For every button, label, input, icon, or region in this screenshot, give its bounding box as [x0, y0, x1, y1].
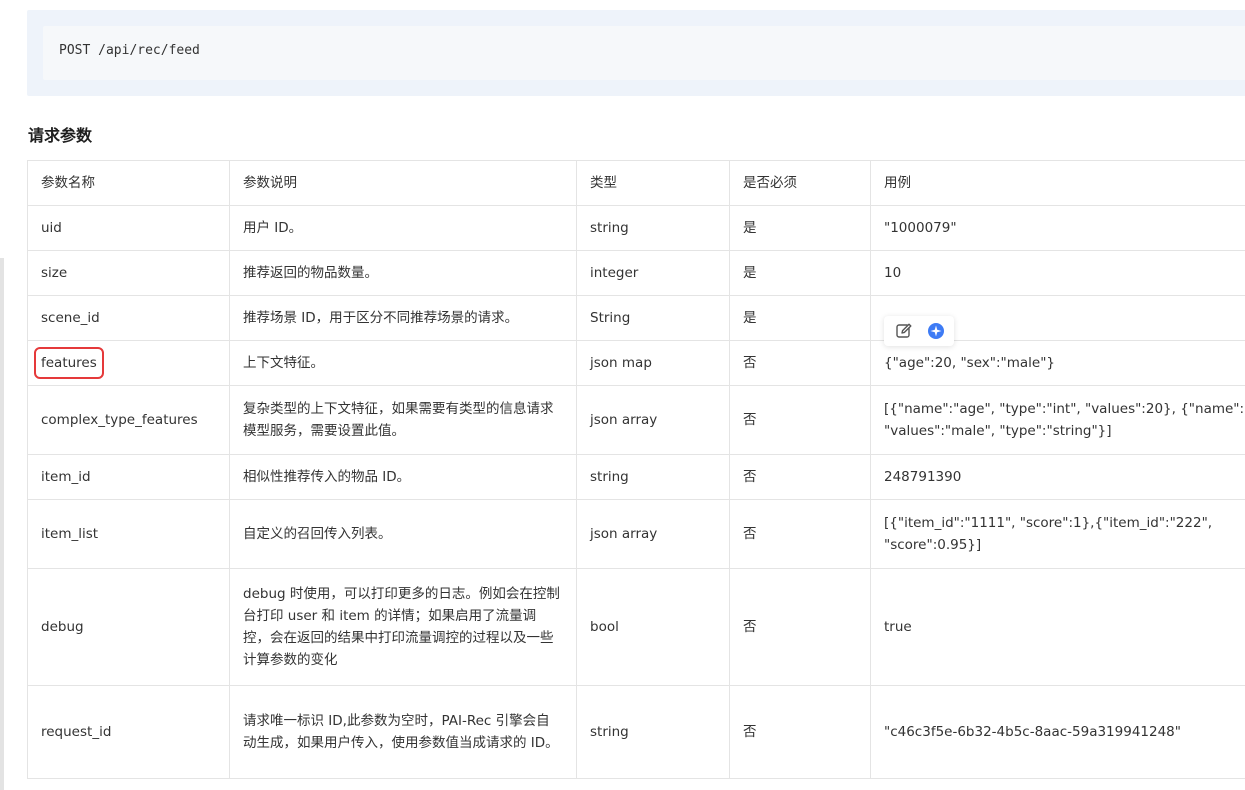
cell-required: 是 [729, 295, 871, 341]
cell-example: 10 [870, 250, 1245, 296]
cell-name: features [27, 340, 230, 386]
cell-desc: 用户 ID。 [229, 205, 577, 251]
cell-required: 否 [729, 340, 871, 386]
cell-desc: debug 时使用，可以打印更多的日志。例如会在控制台打印 user 和 ite… [229, 568, 577, 686]
cell-example: true [870, 568, 1245, 686]
cell-name: size [27, 250, 230, 296]
cell-name: item_id [27, 454, 230, 500]
header-param-desc: 参数说明 [229, 160, 577, 206]
cell-desc: 相似性推荐传入的物品 ID。 [229, 454, 577, 500]
cell-name: scene_id [27, 295, 230, 341]
example-line: "values":"male", "type":"string"}] [884, 423, 1112, 439]
cell-type: json array [576, 385, 730, 455]
table-row: size 推荐返回的物品数量。 integer 是 10 [27, 250, 1245, 296]
table-row: complex_type_features 复杂类型的上下文特征，如果需要有类型… [27, 385, 1245, 455]
cell-example: "1000079" [870, 205, 1245, 251]
left-scrollbar-rule [0, 258, 4, 790]
cell-type: string [576, 205, 730, 251]
table-header-row: 参数名称 参数说明 类型 是否必须 用例 [27, 160, 1245, 206]
code-block: POST /api/rec/feed [27, 10, 1245, 96]
doc-page: POST /api/rec/feed 请求参数 参数名称 参数说明 类型 是否必… [0, 0, 1245, 790]
table-row: item_list 自定义的召回传入列表。 json array 否 [{"it… [27, 499, 1245, 569]
cell-required: 是 [729, 250, 871, 296]
section-title: 请求参数 [28, 126, 93, 145]
params-table: 参数名称 参数说明 类型 是否必须 用例 uid 用户 ID。 string 是… [27, 160, 1245, 779]
cell-name: item_list [27, 499, 230, 569]
edit-icon[interactable] [894, 321, 914, 341]
floating-toolbar [884, 316, 954, 346]
code-block-inner: POST /api/rec/feed [43, 26, 1245, 80]
cell-required: 否 [729, 454, 871, 500]
cell-type: json array [576, 499, 730, 569]
cell-name: debug [27, 568, 230, 686]
table-row: debug debug 时使用，可以打印更多的日志。例如会在控制台打印 user… [27, 568, 1245, 686]
cell-type: string [576, 685, 730, 779]
cell-required: 否 [729, 685, 871, 779]
cell-type: string [576, 454, 730, 500]
table-row: features 上下文特征。 json map 否 {"age":20, "s… [27, 340, 1245, 386]
cell-required: 是 [729, 205, 871, 251]
header-param-name: 参数名称 [27, 160, 230, 206]
highlighted-param: features [34, 347, 104, 379]
cell-example: [{"name":"age", "type":"int", "values":2… [870, 385, 1245, 455]
cell-desc: 推荐返回的物品数量。 [229, 250, 577, 296]
cell-name: complex_type_features [27, 385, 230, 455]
cell-name: request_id [27, 685, 230, 779]
example-line: [{"item_id":"1111", "score":1},{"item_id… [884, 515, 1213, 531]
cell-type: bool [576, 568, 730, 686]
cell-example: {"age":20, "sex":"male"} [870, 340, 1245, 386]
cell-desc: 自定义的召回传入列表。 [229, 499, 577, 569]
cell-required: 否 [729, 499, 871, 569]
cell-type: json map [576, 340, 730, 386]
cell-required: 否 [729, 385, 871, 455]
cell-type: integer [576, 250, 730, 296]
table-row: request_id 请求唯一标识 ID,此参数为空时，PAI-Rec 引擎会自… [27, 685, 1245, 779]
example-line: "score":0.95}] [884, 537, 982, 553]
highlight-box [34, 347, 104, 379]
cell-required: 否 [729, 568, 871, 686]
header-param-example: 用例 [870, 160, 1245, 206]
cell-desc: 请求唯一标识 ID,此参数为空时，PAI-Rec 引擎会自动生成，如果用户传入，… [229, 685, 577, 779]
code-text: POST /api/rec/feed [59, 43, 200, 58]
cell-desc: 推荐场景 ID，用于区分不同推荐场景的请求。 [229, 295, 577, 341]
cell-example: [{"item_id":"1111", "score":1},{"item_id… [870, 499, 1245, 569]
header-param-type: 类型 [576, 160, 730, 206]
cell-desc: 上下文特征。 [229, 340, 577, 386]
header-param-required: 是否必须 [729, 160, 871, 206]
cell-type: String [576, 295, 730, 341]
cell-name: uid [27, 205, 230, 251]
table-row: uid 用户 ID。 string 是 "1000079" [27, 205, 1245, 251]
table-row: scene_id 推荐场景 ID，用于区分不同推荐场景的请求。 String 是 [27, 295, 1245, 341]
cell-desc: 复杂类型的上下文特征，如果需要有类型的信息请求模型服务，需要设置此值。 [229, 385, 577, 455]
table-row: item_id 相似性推荐传入的物品 ID。 string 否 24879139… [27, 454, 1245, 500]
example-line: [{"name":"age", "type":"int", "values":2… [884, 401, 1245, 417]
cell-example: "c46c3f5e-6b32-4b5c-8aac-59a319941248" [870, 685, 1245, 779]
ai-assistant-icon[interactable] [926, 321, 946, 341]
cell-example: 248791390 [870, 454, 1245, 500]
